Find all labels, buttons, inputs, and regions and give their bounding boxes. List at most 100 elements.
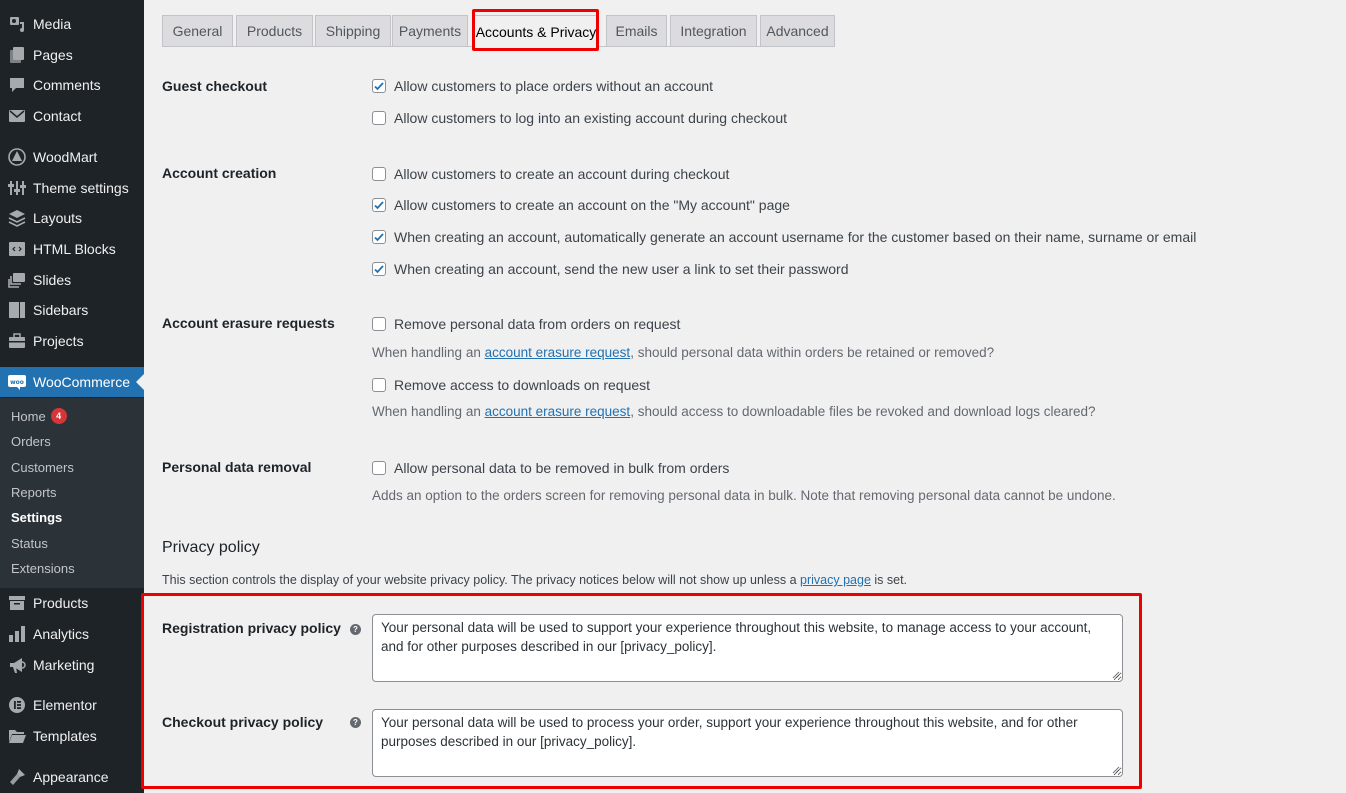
checkbox-remove-downloads[interactable]: Remove access to downloads on request [372,377,650,393]
checkbox-box[interactable] [372,378,386,392]
submenu-item-reports[interactable]: Reports [11,482,57,502]
label-checkout-privacy: Checkout privacy policy [162,714,324,730]
checkbox-box[interactable] [372,198,386,212]
link-account-erasure-request-2[interactable]: account erasure request [485,404,631,419]
archive-icon [7,593,27,613]
checkbox-remove-order-data[interactable]: Remove personal data from orders on requ… [372,316,680,332]
sidebar-item-label: Contact [33,108,82,124]
checkbox-create-account-myaccount[interactable]: Allow customers to create an account on … [372,197,790,213]
sidebar-item-templates[interactable]: Templates [0,721,144,751]
sidebar-item-contact[interactable]: Contact [0,101,144,131]
sidebar-item-label: Media [33,16,72,32]
checkmark-icon [374,233,384,242]
sidebar-item-layouts[interactable]: Layouts [0,203,144,233]
sidebar-item-html-blocks[interactable]: HTML Blocks [0,234,144,264]
sidebar-item-slides[interactable]: Slides [0,265,144,295]
sidebar-item-label: Layouts [33,210,83,226]
checkbox-box[interactable] [372,461,386,475]
resize-grip-icon[interactable] [1112,671,1120,679]
svg-text:woo: woo [10,379,24,386]
label-registration-privacy: Registration privacy policy [162,620,341,636]
checkbox-box[interactable] [372,79,386,93]
submenu-item-orders[interactable]: Orders [11,431,51,451]
checkmark-icon [374,82,384,91]
submenu-item-settings[interactable]: Settings [11,507,62,527]
sidebar-item-label: Projects [33,333,84,349]
woocommerce-submenu: Home 4 Orders Customers Reports Settings Statu… [0,398,144,588]
registration-privacy-textarea[interactable]: Your personal data will be used to suppo… [372,614,1123,682]
desc-remove-order-data: When handling an account erasure request… [372,345,995,360]
sidebar-item-woodmart[interactable]: WoodMart [0,142,144,172]
sidebar-item-label: WoodMart [33,149,98,165]
sidebar-item-pages[interactable]: Pages [0,40,144,70]
tab-shipping[interactable]: Shipping [315,15,391,47]
media-icon [7,14,27,34]
checkout-privacy-textarea[interactable]: Your personal data will be used to proce… [372,709,1123,777]
sidebar-item-label: Appearance [33,769,109,785]
checkbox-guest-orders[interactable]: Allow customers to place orders without … [372,78,713,94]
checkbox-box[interactable] [372,111,386,125]
checkbox-box[interactable] [372,167,386,181]
admin-sidebar: Home 4 Orders Customers Reports Settings Statu… [0,0,144,793]
sidebar-item-sidebars[interactable]: Sidebars [0,295,144,325]
tab-emails[interactable]: Emails [606,15,667,47]
checkbox-guest-login[interactable]: Allow customers to log into an existing … [372,110,787,126]
label-account-creation: Account creation [162,165,277,181]
sidebar-item-label: Templates [33,728,97,744]
mail-icon [7,106,27,126]
checkbox-create-account-checkout[interactable]: Allow customers to create an account dur… [372,166,729,182]
tab-payments[interactable]: Payments [392,15,468,47]
sidebar-item-products[interactable]: Products [0,588,144,618]
sliders-icon [7,178,27,198]
sidebar-item-comments[interactable]: Comments [0,70,144,100]
tab-products[interactable]: Products [236,15,313,47]
sidebar-item-projects[interactable]: Projects [0,326,144,356]
sidebar-item-theme-settings[interactable]: Theme settings [0,173,144,203]
tab-integration[interactable]: Integration [670,15,757,47]
desc-bulk-remove: Adds an option to the orders screen for … [372,488,1116,503]
tab-general[interactable]: General [162,15,233,47]
slides-icon [7,270,27,290]
sidebar-item-label: Elementor [33,697,97,713]
sidebar-item-analytics[interactable]: Analytics [0,619,144,649]
sidebar-item-label: Products [33,595,89,611]
sidebar-item-label: Slides [33,272,72,288]
sidebar-item-woocommerce[interactable]: woo WooCommerce [0,367,144,397]
submenu-item-status[interactable]: Status [11,533,48,553]
privacy-section-title: Privacy policy [162,539,260,556]
sidebar-item-label: Marketing [33,657,95,673]
label-guest-checkout: Guest checkout [162,78,268,94]
checkbox-box[interactable] [372,317,386,331]
brush-icon [7,767,27,787]
label-personal-data-removal: Personal data removal [162,459,312,475]
sidebar-item-label: Analytics [33,626,90,642]
folder-icon [7,726,27,746]
help-icon[interactable]: ? [350,624,361,635]
sidebar-item-appearance[interactable]: Appearance [0,762,144,792]
sidebar-item-elementor[interactable]: Elementor [0,690,144,720]
checkbox-box[interactable] [372,230,386,244]
submenu-item-extensions[interactable]: Extensions [11,558,75,578]
checkbox-box[interactable] [372,262,386,276]
help-icon[interactable]: ? [350,717,361,728]
elementor-icon [7,695,27,715]
tab-advanced[interactable]: Advanced [760,15,835,47]
link-account-erasure-request[interactable]: account erasure request [485,345,631,360]
label-account-erasure: Account erasure requests [162,315,335,331]
sidebar-item-media[interactable]: Media [0,9,144,39]
pages-icon [7,45,27,65]
link-privacy-page[interactable]: privacy page [800,573,871,587]
resize-grip-icon[interactable] [1112,766,1120,774]
checkbox-generate-username[interactable]: When creating an account, automatically … [372,229,1196,245]
woo-icon: woo [7,372,27,392]
checkbox-bulk-remove[interactable]: Allow personal data to be removed in bul… [372,460,729,476]
briefcase-icon [7,331,27,351]
sidebar-item-marketing[interactable]: Marketing [0,650,144,680]
checkmark-icon [374,265,384,274]
checkbox-send-password-link[interactable]: When creating an account, send the new u… [372,261,848,277]
tab-accounts-privacy[interactable]: Accounts & Privacy [474,15,598,48]
submenu-item-customers[interactable]: Customers [11,457,74,477]
submenu-item-home[interactable]: Home 4 [11,406,67,426]
sidebars-icon [7,300,27,320]
comments-icon [7,75,27,95]
